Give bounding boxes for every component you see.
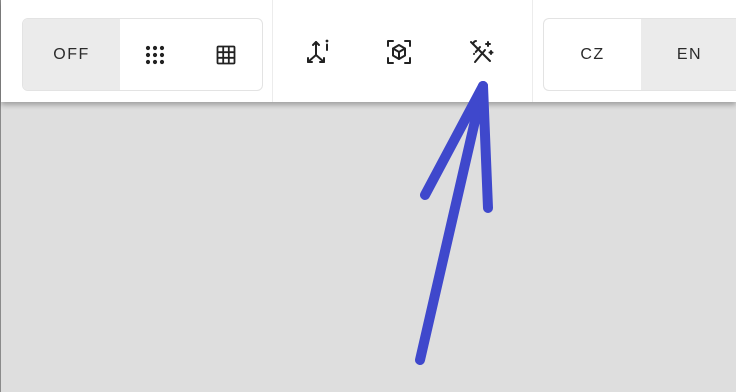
toolbar-divider [532,0,533,102]
table-grid-icon [216,45,236,64]
viewport-canvas[interactable] [1,102,736,392]
axes-info-button[interactable] [297,28,341,76]
magic-wand-off-icon [470,40,494,63]
cube-focus-icon [387,40,411,64]
axes-info-icon [307,39,329,63]
language-en-button[interactable]: EN [641,19,736,90]
magic-wand-off-button[interactable] [459,28,503,76]
table-grid-button[interactable] [190,19,262,90]
dots-grid-icon [145,45,165,64]
top-toolbar: OFF CZ EN [1,0,736,102]
view-mode-toggle: OFF [22,18,263,91]
language-cz-button[interactable]: CZ [544,19,641,90]
dots-grid-button[interactable] [120,19,190,90]
cube-focus-button[interactable] [377,28,421,76]
language-toggle: CZ EN [543,18,736,91]
toolbar-divider [272,0,273,102]
app-window: OFF CZ EN [0,0,736,392]
view-mode-off-button[interactable]: OFF [23,19,120,90]
